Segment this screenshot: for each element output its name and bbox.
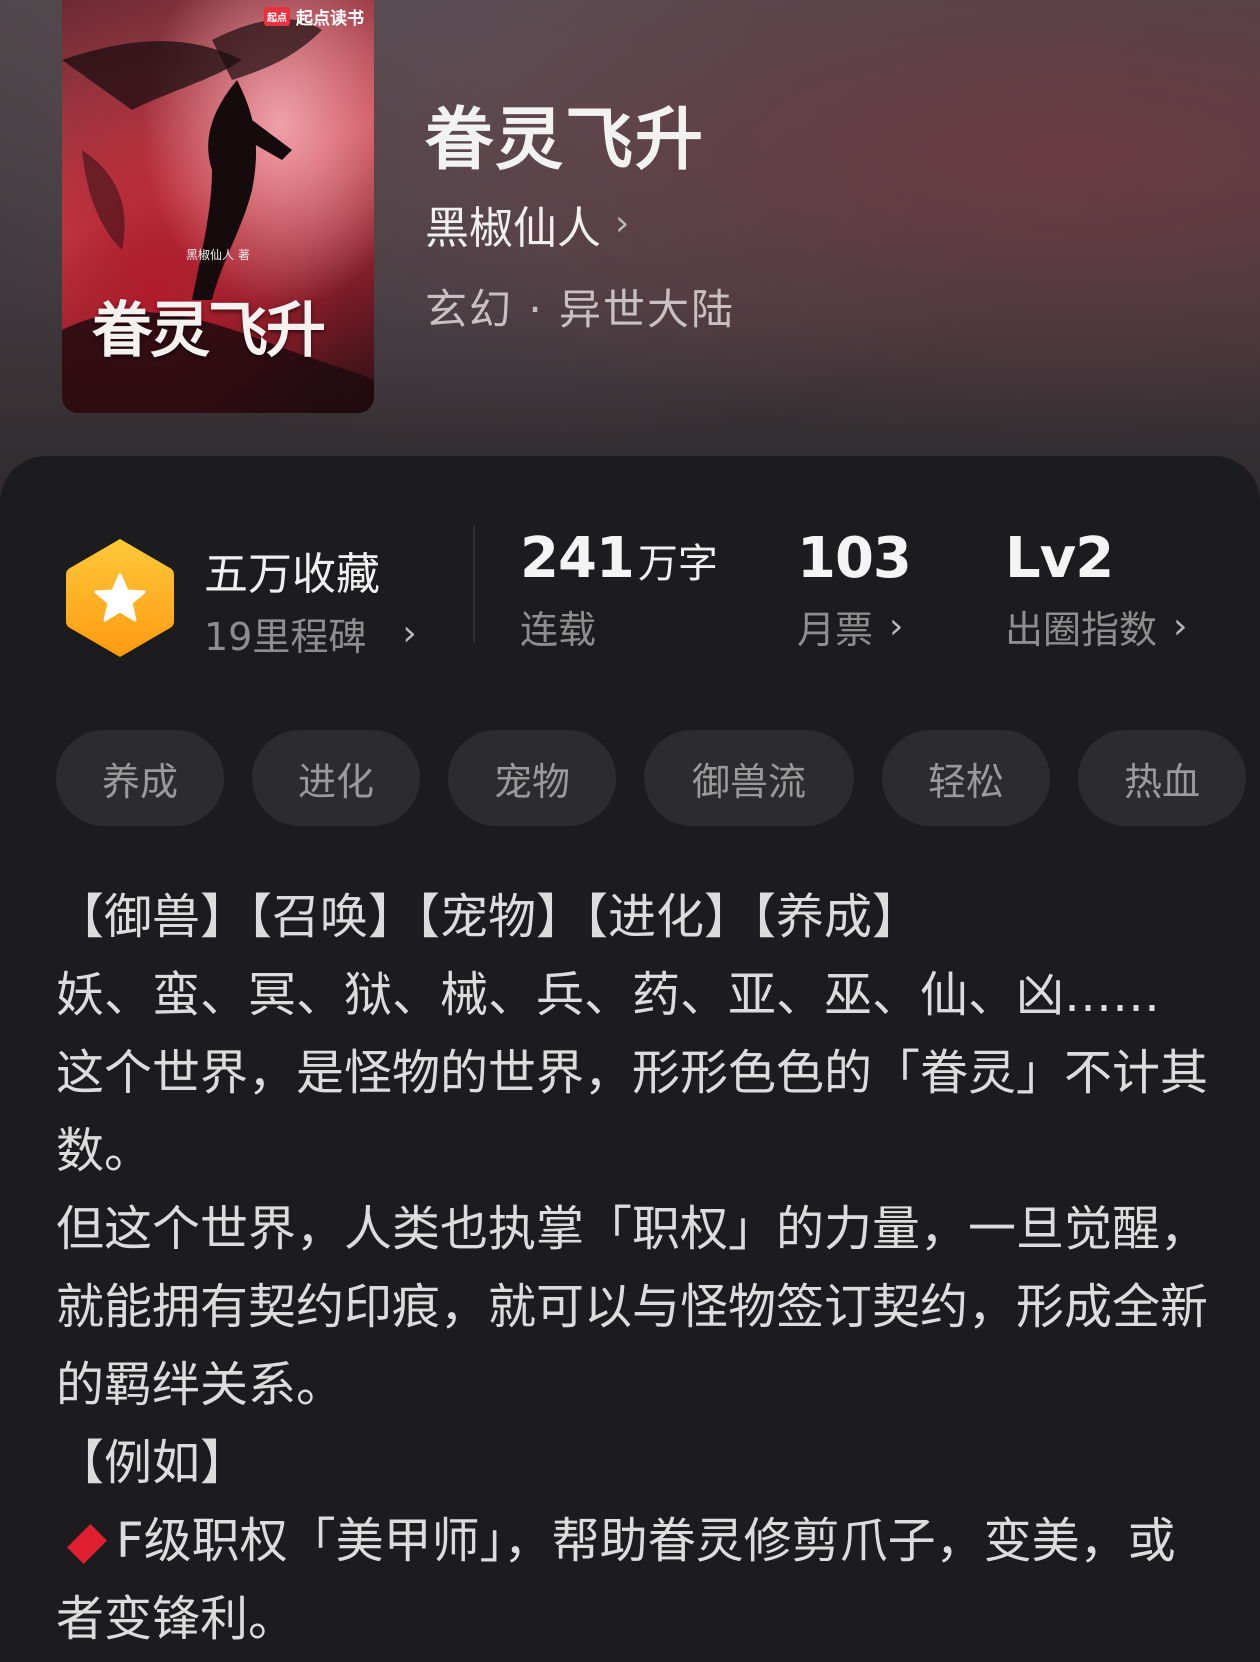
tag-chip[interactable]: 御兽流 <box>644 730 854 826</box>
description-line: 这个世界，是怪物的世界，形形色色的「眷灵」不计其数。 <box>56 1045 1209 1179</box>
description-line: 【御兽】【召唤】【宠物】【进化】【养成】 <box>56 889 921 945</box>
tag-chip[interactable]: 热血 <box>1078 730 1246 826</box>
stats-divider <box>473 525 475 643</box>
chevron-right-icon: › <box>402 612 417 654</box>
description-line-with-icon: F级职权「美甲师」，帮助眷灵修剪爪子，变美，或者变锋利。 <box>56 1502 1216 1658</box>
description-line: F级职权「美甲师」，帮助眷灵修剪爪子，变美，或者变锋利。 <box>56 1513 1176 1647</box>
popularity-level: Lv2 <box>1005 526 1114 591</box>
word-count-unit: 万字 <box>637 541 718 587</box>
author-name: 黑椒仙人 <box>425 203 601 254</box>
cover-author-line: 黑椒仙人 著 <box>186 248 250 262</box>
milestones-link[interactable]: 19里程碑 › <box>204 606 417 661</box>
publisher-logo: 起点 <box>264 7 290 26</box>
popularity-level-stat[interactable]: Lv2 出圈指数 › <box>1005 526 1187 654</box>
publisher-name: 起点读书 <box>296 9 364 29</box>
red-diamond-icon <box>67 1524 107 1564</box>
book-genre: 玄幻 · 异世大陆 <box>425 285 736 334</box>
chevron-right-icon: › <box>1173 605 1188 647</box>
chevron-right-icon: › <box>615 203 630 244</box>
tag-chip[interactable]: 养成 <box>56 730 224 826</box>
favorites-star-icon <box>66 539 174 657</box>
description-line: 【例如】 <box>56 1435 249 1491</box>
popularity-level-label: 出圈指数 <box>1005 608 1158 652</box>
description-line: 但这个世界，人类也执掌「职权」的力量，一旦觉醒，就能拥有契约印痕，就可以与怪物签… <box>56 1201 1209 1413</box>
milestones-label: 19里程碑 <box>204 615 367 659</box>
serial-status: 连载 <box>520 608 597 652</box>
tag-chip[interactable]: 轻松 <box>882 730 1050 826</box>
monthly-votes-label: 月票 <box>797 608 874 652</box>
word-count-stat: 241 万字 连载 <box>520 526 718 654</box>
word-count-number: 241 <box>520 526 635 591</box>
book-title: 眷灵飞升 <box>425 100 706 180</box>
cover-publisher-badge: 起点 起点读书 <box>264 4 364 29</box>
book-description: 【御兽】【召唤】【宠物】【进化】【养成】 妖、蛮、冥、狱、械、兵、药、亚、巫、仙… <box>56 878 1216 1658</box>
favorites-count: 五万收藏 <box>204 549 380 600</box>
author-link[interactable]: 黑椒仙人 › <box>425 192 629 256</box>
cover-title: 眷灵飞升 <box>92 296 326 366</box>
monthly-votes-number: 103 <box>797 526 912 591</box>
tag-list: 养成 进化 宠物 御兽流 轻松 热血 <box>56 730 1246 826</box>
description-line: 妖、蛮、冥、狱、械、兵、药、亚、巫、仙、凶…… <box>56 967 1161 1023</box>
monthly-votes-stat[interactable]: 103 月票 › <box>797 526 912 654</box>
tag-chip[interactable]: 宠物 <box>448 730 616 826</box>
chevron-right-icon: › <box>889 605 904 647</box>
tag-chip[interactable]: 进化 <box>252 730 420 826</box>
book-cover[interactable]: 起点 起点读书 黑椒仙人 著 眷灵飞升 <box>62 0 374 413</box>
